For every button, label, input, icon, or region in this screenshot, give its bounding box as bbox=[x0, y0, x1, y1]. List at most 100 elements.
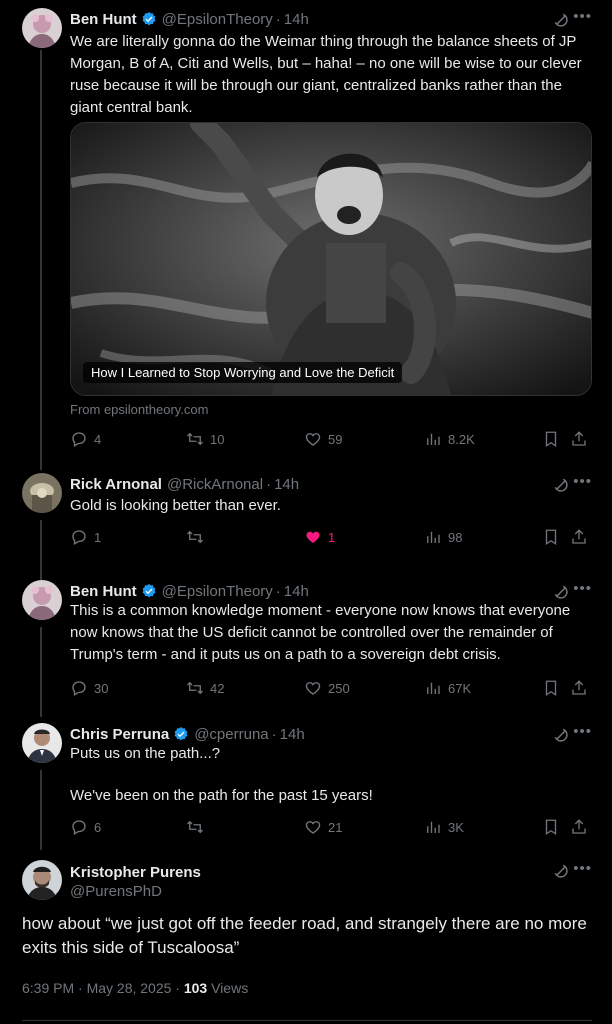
grok-icon[interactable] bbox=[552, 583, 570, 601]
retweet-icon bbox=[186, 818, 204, 836]
like-button[interactable]: 1 bbox=[304, 527, 335, 547]
card-source[interactable]: From epsilontheory.com bbox=[70, 402, 208, 417]
like-button[interactable]: 59 bbox=[304, 429, 342, 449]
more-icon[interactable]: ••• bbox=[573, 8, 592, 25]
views-button[interactable]: 67K bbox=[424, 678, 471, 698]
retweet-icon bbox=[186, 430, 204, 448]
avatar-image bbox=[22, 723, 62, 763]
more-icon[interactable]: ••• bbox=[573, 860, 592, 877]
retweet-count: 42 bbox=[210, 680, 225, 696]
card-title: How I Learned to Stop Worrying and Love … bbox=[83, 362, 403, 383]
reply-button[interactable]: 30 bbox=[70, 678, 108, 698]
avatar-image bbox=[22, 473, 62, 513]
bookmark-icon bbox=[542, 818, 560, 836]
tweet-header: Rick Arnonal @RickArnonal · 14h bbox=[70, 473, 612, 495]
handle[interactable]: @EpsilonTheory bbox=[162, 11, 273, 28]
thread-line bbox=[40, 50, 42, 470]
retweet-icon bbox=[186, 528, 204, 546]
retweet-button[interactable] bbox=[186, 817, 210, 837]
bookmark-button[interactable] bbox=[542, 527, 560, 547]
reply-button[interactable]: 6 bbox=[70, 817, 101, 837]
bookmark-button[interactable] bbox=[542, 429, 560, 449]
reply-icon bbox=[70, 430, 88, 448]
display-name[interactable]: Ben Hunt bbox=[70, 11, 137, 28]
retweet-button[interactable] bbox=[186, 527, 210, 547]
share-button[interactable] bbox=[570, 678, 588, 698]
timestamp[interactable]: 14h bbox=[274, 476, 299, 493]
timestamp[interactable]: 6:39 PM · May 28, 2025 · bbox=[22, 980, 184, 996]
bookmark-button[interactable] bbox=[542, 817, 560, 837]
separator-dot: · bbox=[271, 725, 277, 743]
bookmark-button[interactable] bbox=[542, 678, 560, 698]
tweet-meta: 6:39 PM · May 28, 2025 · 103 Views bbox=[22, 980, 248, 996]
separator-dot: · bbox=[275, 582, 281, 600]
tweet-text: We are literally gonna do the Weimar thi… bbox=[70, 33, 582, 116]
more-icon[interactable]: ••• bbox=[573, 723, 592, 740]
handle[interactable]: @EpsilonTheory bbox=[162, 583, 273, 600]
like-icon bbox=[304, 818, 322, 836]
retweet-icon bbox=[186, 679, 204, 697]
retweet-button[interactable]: 10 bbox=[186, 429, 224, 449]
reply-button[interactable]: 4 bbox=[70, 429, 101, 449]
link-card[interactable]: How I Learned to Stop Worrying and Love … bbox=[70, 122, 592, 396]
avatar[interactable] bbox=[22, 723, 62, 763]
timestamp[interactable]: 14h bbox=[284, 583, 309, 600]
grok-icon[interactable] bbox=[552, 726, 570, 744]
share-button[interactable] bbox=[570, 817, 588, 837]
main-tweet-text: how about “we just got off the feeder ro… bbox=[22, 914, 587, 957]
display-name[interactable]: Chris Perruna bbox=[70, 726, 169, 743]
bookmark-icon bbox=[542, 528, 560, 546]
grok-icon[interactable] bbox=[552, 862, 570, 880]
share-button[interactable] bbox=[570, 429, 588, 449]
avatar[interactable] bbox=[22, 8, 62, 48]
thread-line bbox=[40, 770, 42, 850]
views-icon bbox=[424, 679, 442, 697]
timestamp[interactable]: 14h bbox=[280, 726, 305, 743]
display-name[interactable]: Rick Arnonal bbox=[70, 476, 162, 493]
display-name[interactable]: Ben Hunt bbox=[70, 583, 137, 600]
views-icon bbox=[424, 430, 442, 448]
like-count: 250 bbox=[328, 680, 350, 696]
more-icon[interactable]: ••• bbox=[573, 473, 592, 490]
like-button[interactable]: 250 bbox=[304, 678, 350, 698]
action-bar: 6 21 3K bbox=[70, 817, 590, 837]
verified-icon bbox=[173, 726, 189, 742]
tweet-handle-row: @PurensPhD bbox=[70, 880, 612, 902]
views-label: Views bbox=[207, 980, 249, 996]
like-button[interactable]: 21 bbox=[304, 817, 342, 837]
action-bar: 1 1 98 bbox=[70, 527, 590, 547]
avatar[interactable] bbox=[22, 473, 62, 513]
grok-icon[interactable] bbox=[552, 476, 570, 494]
display-name[interactable]: Kristopher Purens bbox=[70, 864, 201, 881]
separator-dot: · bbox=[275, 10, 281, 28]
handle[interactable]: @PurensPhD bbox=[70, 883, 162, 900]
divider bbox=[22, 1020, 592, 1021]
grok-icon[interactable] bbox=[552, 11, 570, 29]
avatar[interactable] bbox=[22, 580, 62, 620]
share-button[interactable] bbox=[570, 527, 588, 547]
avatar-image bbox=[22, 8, 62, 48]
share-icon bbox=[570, 679, 588, 697]
avatar[interactable] bbox=[22, 860, 62, 900]
verified-icon bbox=[141, 11, 157, 27]
reply-count: 4 bbox=[94, 431, 102, 447]
timestamp[interactable]: 14h bbox=[284, 11, 309, 28]
separator-dot: · bbox=[266, 475, 272, 493]
more-icon[interactable]: ••• bbox=[573, 580, 592, 597]
bookmark-icon bbox=[542, 679, 560, 697]
like-icon bbox=[304, 528, 322, 546]
views-button[interactable]: 3K bbox=[424, 817, 464, 837]
views-count: 8.2K bbox=[448, 431, 475, 447]
views-icon bbox=[424, 818, 442, 836]
tweet-header: Ben Hunt @EpsilonTheory · 14h bbox=[70, 8, 612, 30]
like-icon bbox=[304, 430, 322, 448]
like-icon bbox=[304, 679, 322, 697]
retweet-button[interactable]: 42 bbox=[186, 678, 224, 698]
handle[interactable]: @cperruna bbox=[194, 726, 268, 743]
handle[interactable]: @RickArnonal bbox=[167, 476, 263, 493]
views-button[interactable]: 8.2K bbox=[424, 429, 475, 449]
thread-line bbox=[40, 520, 42, 580]
reply-button[interactable]: 1 bbox=[70, 527, 101, 547]
views-button[interactable]: 98 bbox=[424, 527, 462, 547]
share-icon bbox=[570, 528, 588, 546]
